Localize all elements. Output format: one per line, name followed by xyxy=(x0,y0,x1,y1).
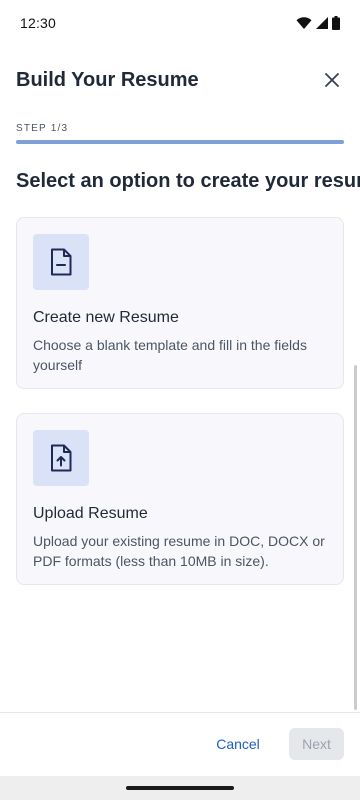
next-button[interactable]: Next xyxy=(289,728,344,760)
card-description: Upload your existing resume in DOC, DOCX… xyxy=(33,533,325,569)
section-heading: Select an option to create your resume xyxy=(16,170,360,192)
home-indicator[interactable] xyxy=(126,786,234,790)
header: Build Your Resume xyxy=(16,58,344,102)
document-minus-icon xyxy=(51,248,72,276)
cancel-button[interactable]: Cancel xyxy=(205,728,271,760)
document-upload-icon xyxy=(51,444,72,472)
status-bar: 12:30 xyxy=(0,0,360,46)
create-new-resume-card[interactable]: Create new Resume Choose a blank templat… xyxy=(16,217,344,389)
upload-resume-card[interactable]: Upload Resume Upload your existing resum… xyxy=(16,413,344,585)
card-icon-box xyxy=(33,430,89,486)
footer-divider xyxy=(0,712,360,713)
scrollbar[interactable] xyxy=(354,365,357,710)
signal-icon xyxy=(316,17,328,29)
progress-fill xyxy=(16,140,344,144)
step-label: STEP 1/3 xyxy=(16,123,69,134)
close-icon xyxy=(325,73,339,87)
system-nav-bar xyxy=(0,776,360,800)
battery-icon xyxy=(332,16,340,30)
card-icon-box xyxy=(33,234,89,290)
page-title: Build Your Resume xyxy=(16,68,199,91)
wifi-icon xyxy=(296,17,312,29)
status-icons xyxy=(296,16,340,30)
status-time: 12:30 xyxy=(20,15,57,31)
card-description: Choose a blank template and fill in the … xyxy=(33,337,307,373)
card-title: Create new Resume xyxy=(33,309,179,326)
card-title: Upload Resume xyxy=(33,505,148,522)
close-button[interactable] xyxy=(320,68,344,92)
progress-bar xyxy=(16,140,344,144)
